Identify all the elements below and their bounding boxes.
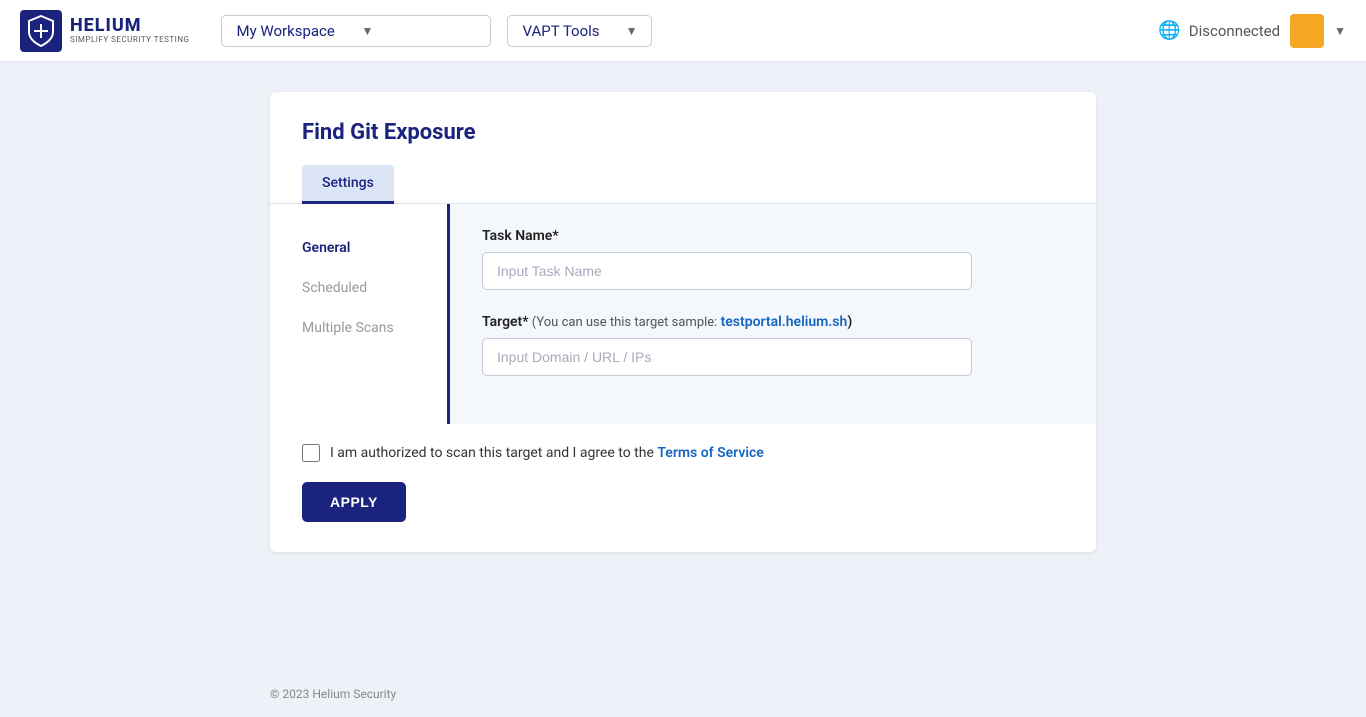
sidebar-item-general[interactable]: General bbox=[270, 228, 447, 268]
sidebar-item-scheduled[interactable]: Scheduled bbox=[270, 268, 447, 308]
user-badge[interactable] bbox=[1290, 14, 1324, 48]
task-name-group: Task Name* bbox=[482, 228, 1064, 290]
helium-logo bbox=[20, 10, 62, 52]
form-area: Task Name* Target* (You can use this tar… bbox=[450, 204, 1096, 424]
copyright-text: © 2023 Helium Security bbox=[270, 687, 396, 701]
target-label: Target* (You can use this target sample:… bbox=[482, 314, 1064, 330]
logo-text: HELIUM bbox=[70, 16, 189, 36]
tabs-row: Settings bbox=[270, 165, 1096, 204]
logo-area: HELIUM SIMPLIFY SECURITY TESTING bbox=[20, 10, 189, 52]
sidebar-item-multiple-scans[interactable]: Multiple Scans bbox=[270, 308, 447, 348]
task-name-input[interactable] bbox=[482, 252, 972, 290]
vapt-tools-dropdown[interactable]: VAPT Tools ▼ bbox=[507, 15, 652, 47]
disconnected-label: Disconnected bbox=[1189, 22, 1280, 40]
tab-settings[interactable]: Settings bbox=[302, 165, 394, 204]
workspace-dropdown[interactable]: My Workspace ▼ bbox=[221, 15, 491, 47]
logo-tagline: SIMPLIFY SECURITY TESTING bbox=[70, 36, 189, 45]
workspace-chevron-icon: ▼ bbox=[361, 24, 476, 38]
tos-text: I am authorized to scan this target and … bbox=[330, 445, 764, 461]
target-hint-close: ) bbox=[847, 314, 852, 330]
target-group: Target* (You can use this target sample:… bbox=[482, 314, 1064, 376]
tos-checkbox[interactable] bbox=[302, 444, 320, 462]
task-name-label: Task Name* bbox=[482, 228, 1064, 244]
tos-row: I am authorized to scan this target and … bbox=[302, 444, 1064, 462]
globe-icon: 🌐 bbox=[1158, 20, 1180, 41]
page-footer: © 2023 Helium Security bbox=[0, 671, 1366, 717]
workspace-label: My Workspace bbox=[236, 22, 351, 40]
footer-section: I am authorized to scan this target and … bbox=[270, 424, 1096, 522]
tos-link[interactable]: Terms of Service bbox=[657, 445, 763, 461]
header-right: 🌐 Disconnected ▼ bbox=[1158, 14, 1346, 48]
apply-button[interactable]: APPLY bbox=[302, 482, 406, 522]
page-title: Find Git Exposure bbox=[270, 92, 1096, 165]
target-sample-link[interactable]: testportal.helium.sh bbox=[721, 314, 848, 330]
settings-sidebar: General Scheduled Multiple Scans bbox=[270, 204, 450, 424]
page-card: Find Git Exposure Settings General Sched… bbox=[270, 92, 1096, 552]
connection-status: 🌐 Disconnected bbox=[1158, 20, 1280, 41]
target-hint: (You can use this target sample: bbox=[529, 315, 721, 330]
target-input[interactable] bbox=[482, 338, 972, 376]
header: HELIUM SIMPLIFY SECURITY TESTING My Work… bbox=[0, 0, 1366, 62]
vapt-chevron-icon: ▼ bbox=[626, 24, 638, 38]
user-menu-chevron-icon[interactable]: ▼ bbox=[1334, 24, 1346, 38]
settings-layout: General Scheduled Multiple Scans Task Na… bbox=[270, 204, 1096, 424]
main-content: Find Git Exposure Settings General Sched… bbox=[0, 62, 1366, 671]
vapt-tools-label: VAPT Tools bbox=[522, 22, 599, 40]
